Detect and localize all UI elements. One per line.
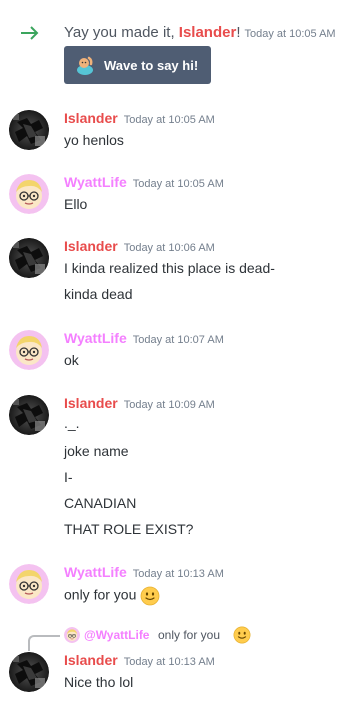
system-welcome-message: Yay you made it, Islander! Today at 10:05… <box>0 18 361 90</box>
welcome-text: Yay you made it, Islander! Today at 10:05… <box>64 24 336 41</box>
welcome-user-name[interactable]: Islander <box>179 24 237 41</box>
message-group: Islander Today at 10:13 AM Nice tho lol <box>0 652 361 702</box>
welcome-prefix: Yay you made it, <box>64 24 179 41</box>
message-timestamp: Today at 10:06 AM <box>123 242 215 254</box>
message-text: CANADIAN <box>64 495 137 511</box>
message-header: Islander Today at 10:05 AM <box>64 110 215 128</box>
message-header: Islander Today at 10:06 AM <box>64 238 215 256</box>
message-group: WyattLife Today at 10:05 AM Ello <box>0 172 361 222</box>
slightly-smiling-face-icon <box>233 626 251 644</box>
message-text: I kinda realized this place is dead- <box>64 260 275 276</box>
message-text: yo henlos <box>64 132 124 148</box>
message-group: Islander Today at 10:06 AM I kinda realiz… <box>0 236 361 308</box>
message-text: Nice tho lol <box>64 674 134 690</box>
message-header: WyattLife Today at 10:05 AM <box>64 174 224 192</box>
message-group: WyattLife Today at 10:07 AM ok <box>0 328 361 378</box>
avatar[interactable] <box>9 238 49 278</box>
wave-sticker-icon <box>77 56 93 75</box>
message-group: Islander Today at 10:05 AM yo henlos <box>0 108 361 158</box>
wave-button[interactable]: Wave to say hi! <box>64 46 211 84</box>
message-text: only for you <box>64 586 160 606</box>
chat-messages: Yay you made it, Islander! Today at 10:05… <box>0 0 361 710</box>
message-timestamp: Today at 10:05 AM <box>132 178 224 190</box>
avatar[interactable] <box>9 652 49 692</box>
message-timestamp: Today at 10:05 AM <box>123 114 215 126</box>
author-name[interactable]: Islander <box>64 395 118 411</box>
message-timestamp: Today at 10:13 AM <box>132 568 224 580</box>
message-header: Islander Today at 10:13 AM <box>64 652 215 670</box>
avatar[interactable] <box>9 395 49 435</box>
message-text: THAT ROLE EXIST? <box>64 521 194 537</box>
message-timestamp: Today at 10:07 AM <box>132 334 224 346</box>
reply-preview[interactable]: @WyattLife only for you <box>0 624 361 651</box>
message-group: WyattLife Today at 10:13 AM only for you <box>0 562 361 612</box>
reply-text: only for you <box>158 628 221 642</box>
avatar[interactable] <box>9 110 49 150</box>
author-name[interactable]: Islander <box>64 652 118 668</box>
message-header: WyattLife Today at 10:07 AM <box>64 330 224 348</box>
reply-mention[interactable]: @WyattLife <box>84 628 149 642</box>
author-name[interactable]: Islander <box>64 238 118 254</box>
message-header: Islander Today at 10:09 AM <box>64 395 215 413</box>
reply-avatar <box>64 627 80 643</box>
author-name[interactable]: Islander <box>64 110 118 126</box>
message-text: ._. <box>64 415 80 431</box>
welcome-timestamp: Today at 10:05 AM <box>244 28 336 40</box>
message-text-content: only for you <box>64 586 137 603</box>
message-text: kinda dead <box>64 286 133 302</box>
author-name[interactable]: WyattLife <box>64 330 127 346</box>
message-text: joke name <box>64 443 129 459</box>
avatar[interactable] <box>9 564 49 604</box>
message-text: ok <box>64 352 79 368</box>
welcome-suffix: ! <box>236 24 241 41</box>
author-name[interactable]: WyattLife <box>64 174 127 190</box>
message-timestamp: Today at 10:09 AM <box>123 399 215 411</box>
reply-spine <box>28 635 60 651</box>
message-header: WyattLife Today at 10:13 AM <box>64 564 224 582</box>
message-text: Ello <box>64 196 88 212</box>
wave-button-label: Wave to say hi! <box>104 57 199 73</box>
arrow-right-icon <box>21 26 39 40</box>
author-name[interactable]: WyattLife <box>64 564 127 580</box>
slightly-smiling-face-icon <box>140 586 160 606</box>
message-timestamp: Today at 10:13 AM <box>123 656 215 668</box>
message-group: Islander Today at 10:09 AM ._. joke name … <box>0 393 361 543</box>
message-text: I- <box>64 469 73 485</box>
avatar[interactable] <box>9 330 49 370</box>
avatar[interactable] <box>9 174 49 214</box>
